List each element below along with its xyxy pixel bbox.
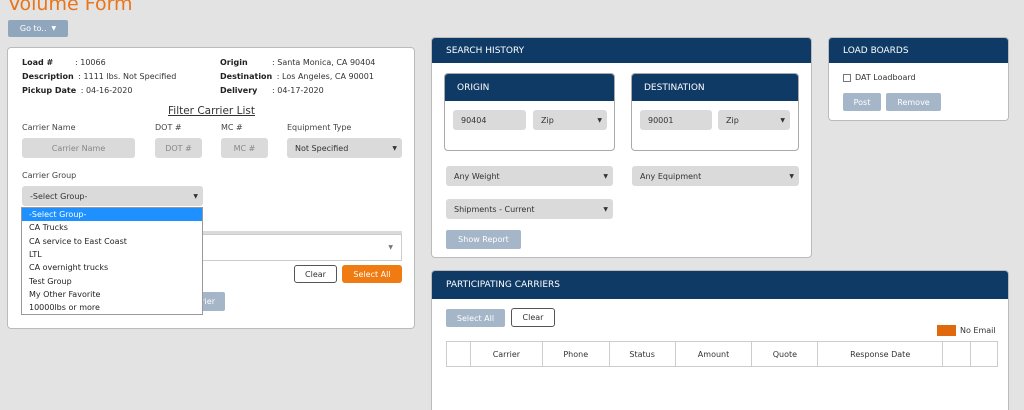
column-header[interactable]	[970, 341, 998, 367]
equipment-filter-select[interactable]: Any Equipment ▼	[632, 166, 799, 186]
destination-subpanel-title: DESTINATION	[632, 74, 798, 101]
chevron-down-icon: ▼	[789, 172, 794, 180]
dropdown-option[interactable]: Test Group	[22, 274, 202, 287]
description-label: Description	[22, 72, 74, 81]
weight-select[interactable]: Any Weight ▼	[446, 166, 613, 186]
origin-subpanel-title: ORIGIN	[445, 74, 614, 101]
destination-value: : Los Angeles, CA 90001	[276, 72, 374, 81]
load-boards-panel: LOAD BOARDS DAT Loadboard Post Remove	[828, 37, 1009, 121]
dropdown-option[interactable]: CA service to East Coast	[22, 235, 202, 248]
load-number-row: Load # : 10066	[22, 58, 106, 67]
delivery-value: : 04-17-2020	[272, 86, 324, 95]
description-row: Description : 1111 lbs. Not Specified	[22, 72, 176, 81]
load-boards-title: LOAD BOARDS	[829, 38, 1008, 63]
load-number-label: Load #	[22, 58, 54, 67]
dot-label: DOT #	[155, 123, 182, 132]
mc-input[interactable]: MC #	[221, 138, 268, 158]
carriers-select-all-button[interactable]: Select All	[446, 309, 505, 327]
origin-type-value: Zip	[541, 115, 554, 125]
destination-label: Destination	[220, 72, 273, 81]
chevron-down-icon: ▼	[392, 144, 397, 152]
load-number-value: : 10066	[75, 58, 106, 67]
page-title: Volume Form	[8, 0, 133, 15]
column-header[interactable]: Quote	[751, 341, 819, 367]
column-header[interactable]: Amount	[674, 341, 753, 367]
search-history-title: SEARCH HISTORY	[432, 38, 811, 63]
column-header[interactable]: Response Date	[817, 341, 944, 367]
equipment-label: Equipment Type	[287, 123, 352, 132]
chevron-down-icon: ▼	[780, 116, 785, 124]
filter-clear-button[interactable]: Clear	[294, 265, 337, 283]
equipment-select[interactable]: Not Specified ▼	[287, 138, 402, 158]
carrier-name-input[interactable]: Carrier Name	[22, 138, 135, 158]
chevron-down-icon: ▼	[603, 205, 608, 213]
origin-row: Origin : Santa Monica, CA 90404	[220, 58, 375, 67]
mc-label: MC #	[221, 123, 243, 132]
carriers-table-header: Carrier Phone Status Amount Quote Respon…	[446, 341, 998, 367]
filter-select-all-button[interactable]: Select All	[342, 265, 402, 283]
carrier-name-label: Carrier Name	[22, 123, 76, 132]
weight-select-value: Any Weight	[454, 171, 500, 181]
column-header[interactable]	[942, 341, 972, 367]
column-header[interactable]: Status	[608, 341, 676, 367]
chevron-down-icon: ▼	[51, 25, 57, 32]
carrier-group-dropdown[interactable]: -Select Group- CA Trucks CA service to E…	[21, 207, 203, 316]
participating-carriers-title: PARTICIPATING CARRIERS	[432, 271, 1008, 299]
show-report-button[interactable]: Show Report	[446, 230, 521, 249]
origin-type-select[interactable]: Zip ▼	[533, 110, 607, 130]
delivery-row: Delivery : 04-17-2020	[220, 86, 324, 95]
origin-zip-input[interactable]: 90404	[453, 110, 526, 130]
load-details-panel: Load # : 10066 Description : 1111 lbs. N…	[7, 47, 415, 329]
pickup-row: Pickup Date : 04-16-2020	[22, 86, 132, 95]
secondary-select[interactable]: ▼	[202, 234, 402, 261]
equipment-filter-value: Any Equipment	[640, 171, 702, 181]
column-header[interactable]: Phone	[541, 341, 610, 367]
shipments-select[interactable]: Shipments - Current ▼	[446, 199, 613, 219]
destination-type-value: Zip	[726, 115, 739, 125]
dropdown-option[interactable]: My Other Favorite	[22, 288, 202, 301]
equipment-select-value: Not Specified	[295, 143, 349, 153]
carrier-group-value: -Select Group-	[30, 191, 88, 201]
shipments-select-value: Shipments - Current	[454, 204, 535, 214]
dropdown-option[interactable]: CA Trucks	[22, 221, 202, 234]
participating-carriers-panel: PARTICIPATING CARRIERS Select All Clear …	[431, 270, 1009, 410]
dropdown-option[interactable]: 10000lbs or more	[22, 301, 202, 314]
origin-label: Origin	[220, 58, 248, 67]
dat-loadboard-label: DAT Loadboard	[855, 73, 916, 82]
carrier-group-select[interactable]: -Select Group- ▼	[22, 186, 203, 206]
carrier-group-label: Carrier Group	[22, 171, 77, 180]
destination-row: Destination : Los Angeles, CA 90001	[220, 72, 374, 81]
dot-input[interactable]: DOT #	[155, 138, 202, 158]
chevron-down-icon: ▼	[603, 172, 608, 180]
description-value: : 1111 lbs. Not Specified	[78, 72, 177, 81]
filter-title: Filter Carrier List	[168, 105, 255, 117]
dat-loadboard-checkbox[interactable]	[843, 73, 851, 82]
carriers-clear-button[interactable]: Clear	[511, 308, 555, 327]
delivery-label: Delivery	[220, 86, 258, 95]
post-button[interactable]: Post	[843, 93, 881, 111]
destination-type-select[interactable]: Zip ▼	[718, 110, 790, 130]
goto-button[interactable]: Go to.. ▼	[8, 20, 68, 37]
column-header[interactable]: Carrier	[469, 341, 543, 367]
search-history-panel: SEARCH HISTORY ORIGIN 90404 Zip ▼ DESTIN…	[431, 37, 812, 258]
dat-loadboard-option[interactable]: DAT Loadboard	[843, 73, 916, 82]
goto-label: Go to..	[19, 24, 47, 33]
chevron-down-icon: ▼	[597, 116, 602, 124]
dropdown-option[interactable]: CA overnight trucks	[22, 261, 202, 274]
origin-subpanel: ORIGIN 90404 Zip ▼	[444, 73, 615, 151]
chevron-down-icon: ▼	[193, 192, 198, 200]
dropdown-option[interactable]: LTL	[22, 248, 202, 261]
destination-subpanel: DESTINATION 90001 Zip ▼	[631, 73, 799, 151]
origin-value: : Santa Monica, CA 90404	[272, 58, 376, 67]
chevron-down-icon: ▼	[388, 244, 393, 251]
carriers-table: Carrier Phone Status Amount Quote Respon…	[446, 341, 998, 367]
remove-button[interactable]: Remove	[886, 93, 941, 111]
column-header[interactable]	[446, 341, 471, 367]
pickup-value: : 04-16-2020	[80, 86, 133, 95]
pickup-label: Pickup Date	[22, 86, 77, 95]
dropdown-option[interactable]: -Select Group-	[22, 208, 202, 222]
no-email-legend-label: No Email	[960, 326, 996, 335]
no-email-legend-swatch	[937, 325, 956, 336]
destination-zip-input[interactable]: 90001	[640, 110, 712, 130]
